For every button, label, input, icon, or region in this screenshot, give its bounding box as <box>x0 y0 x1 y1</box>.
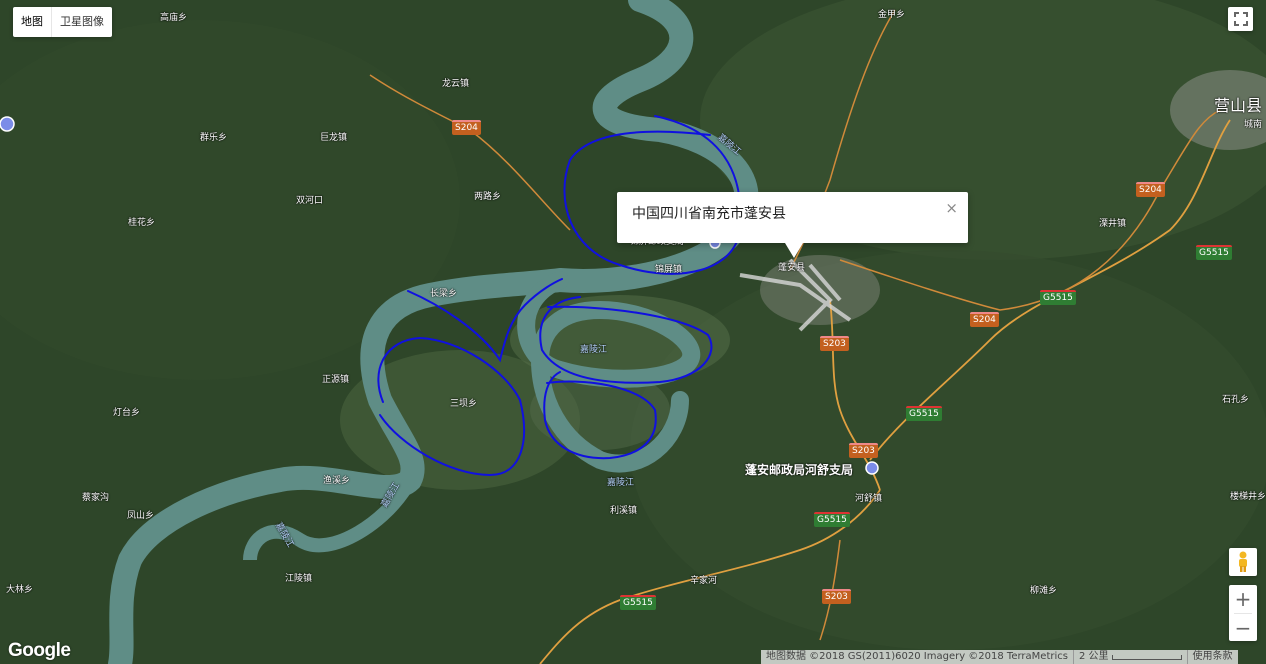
scale-bar-graphic <box>1111 654 1182 660</box>
info-window-text: 中国四川省南充市蓬安县 <box>632 206 786 222</box>
place-label: 正源镇 <box>322 375 350 385</box>
place-label: 巨龙镇 <box>320 133 348 143</box>
road-shield: G5515 <box>1040 290 1076 305</box>
place-label: 蓬安县 <box>778 263 806 273</box>
place-label: 江陵镇 <box>285 574 313 584</box>
road-shield: S203 <box>820 336 849 351</box>
info-window: 中国四川省南充市蓬安县 × <box>617 192 968 258</box>
zoom-in-button[interactable]: + <box>1229 585 1257 613</box>
place-label: 金甲乡 <box>878 10 906 20</box>
place-label: 龙云镇 <box>442 79 470 89</box>
map-type-satellite-button[interactable]: 卫星图像 <box>52 7 112 37</box>
info-window-close-button[interactable]: × <box>945 199 958 217</box>
place-label: 桂花乡 <box>128 218 156 228</box>
poi-label: 蓬安邮政局河舒支局 <box>745 463 854 477</box>
road-shield: G5515 <box>814 512 850 527</box>
road-shield: S204 <box>1136 182 1165 197</box>
satellite-map[interactable]: 高庙乡 金甲乡 龙云镇 群乐乡 巨龙镇 双河口 两路乡 桂花乡 长梁乡 正源镇 … <box>0 0 1266 664</box>
place-label: 长梁乡 <box>430 289 458 299</box>
terms-link[interactable]: 使用条款 <box>1188 650 1238 664</box>
place-label: 蔡家沟 <box>82 493 110 503</box>
road-shield: G5515 <box>620 595 656 610</box>
zoom-out-button[interactable]: − <box>1229 614 1257 642</box>
place-label: 渔溪乡 <box>323 476 351 486</box>
place-label: 锦屏镇 <box>655 265 683 275</box>
place-label: 凤山乡 <box>127 511 155 521</box>
map-data-attribution[interactable]: 地图数据 ©2018 GS(2011)6020 Imagery ©2018 Te… <box>761 650 1073 664</box>
place-label: 利溪镇 <box>610 506 638 516</box>
scale-bar[interactable]: 2 公里 <box>1072 650 1188 664</box>
place-label: 灯台乡 <box>113 408 141 418</box>
edge-marker-icon <box>0 116 15 132</box>
fullscreen-icon <box>1233 12 1248 26</box>
place-label: 城南 <box>1244 120 1263 130</box>
road-shield: S203 <box>822 589 851 604</box>
road-shield: S204 <box>452 120 481 135</box>
attribution-bar: 地图数据 ©2018 GS(2011)6020 Imagery ©2018 Te… <box>761 650 1238 664</box>
place-label-county: 营山县 <box>1214 96 1263 115</box>
post-office-marker-icon <box>865 461 879 475</box>
place-label: 河舒镇 <box>855 494 883 504</box>
place-label: 群乐乡 <box>200 133 228 143</box>
place-label: 三坝乡 <box>450 399 478 409</box>
scale-label: 2 公里 <box>1078 651 1109 662</box>
place-label: 双河口 <box>296 196 324 206</box>
place-label: 高庙乡 <box>160 13 188 23</box>
place-label: 大林乡 <box>6 585 34 595</box>
road-shield: G5515 <box>906 406 942 421</box>
street-view-pegman-button[interactable] <box>1229 548 1257 576</box>
pegman-icon <box>1239 551 1247 572</box>
place-label: 柳滩乡 <box>1030 586 1058 596</box>
map-type-control: 地图 卫星图像 <box>13 7 112 37</box>
place-label: 辛家河 <box>690 576 718 586</box>
river-label: 嘉陵江 <box>607 478 635 488</box>
road-shield: G5515 <box>1196 245 1232 260</box>
fullscreen-button[interactable] <box>1228 7 1253 31</box>
river-label: 嘉陵江 <box>580 345 608 355</box>
place-label: 两路乡 <box>474 192 502 202</box>
map-type-map-button[interactable]: 地图 <box>13 7 52 37</box>
place-label: 溧井镇 <box>1099 219 1127 229</box>
info-window-pointer <box>785 243 803 258</box>
road-shield: S203 <box>849 443 878 458</box>
terrain-layer <box>0 0 1266 664</box>
zoom-control: + − <box>1229 585 1257 641</box>
place-label: 楼梯井乡 <box>1230 492 1266 502</box>
place-label: 石孔乡 <box>1222 395 1250 405</box>
google-logo[interactable]: Google <box>8 640 71 662</box>
road-shield: S204 <box>970 312 999 327</box>
